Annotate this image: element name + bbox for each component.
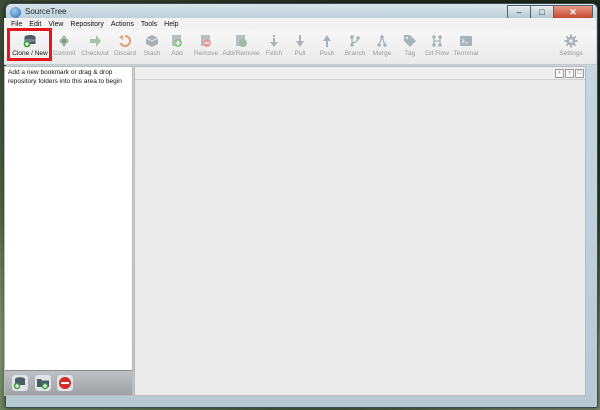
remove-label: Remove (193, 50, 219, 57)
content-header: ‹ › □ (135, 67, 585, 80)
terminal-button[interactable]: Terminal (452, 32, 480, 62)
bookmarks-sidebar[interactable]: Add a new bookmark or drag & drop reposi… (4, 66, 133, 396)
add-button[interactable]: Add (169, 32, 185, 62)
commit-icon (59, 35, 69, 47)
branch-label: Branch (344, 50, 366, 57)
discard-icon (119, 34, 132, 48)
add-remove-button[interactable]: Add/Remove (221, 32, 261, 62)
push-icon (323, 35, 331, 47)
toolbar: Clone / New Commit Checkout Discard Stas… (4, 30, 596, 65)
fetch-icon (270, 35, 278, 47)
push-button[interactable]: Push (318, 32, 336, 62)
window-controls: – □ ✕ (507, 5, 593, 20)
clone-new-highlight-box (7, 28, 52, 61)
fetch-button[interactable]: Fetch (264, 32, 284, 62)
checkout-label: Checkout (81, 50, 109, 57)
stash-icon (145, 35, 159, 47)
merge-icon (377, 35, 387, 47)
tab-scroll-right-button[interactable]: › (565, 69, 574, 78)
add-label: Add (171, 50, 183, 57)
remove-button[interactable]: Remove (193, 32, 219, 62)
add-remove-label: Add/Remove (222, 50, 260, 57)
main-content-area: ‹ › □ (134, 66, 586, 396)
push-label: Push (319, 50, 335, 57)
menu-file[interactable]: File (11, 21, 22, 28)
tab-list-button[interactable]: □ (575, 69, 584, 78)
tab-nav-buttons: ‹ › □ (554, 69, 584, 78)
tab-scroll-left-button[interactable]: ‹ (555, 69, 564, 78)
git-flow-label: Git Flow (425, 50, 449, 57)
branch-icon (350, 35, 360, 47)
tag-icon (404, 35, 416, 47)
app-icon (10, 7, 21, 18)
commit-button[interactable]: Commit (53, 32, 75, 62)
commit-label: Commit (53, 50, 76, 57)
fetch-label: Fetch (265, 50, 283, 57)
settings-button[interactable]: Settings (558, 32, 584, 62)
remove-icon (201, 35, 211, 47)
checkout-button[interactable]: Checkout (81, 32, 109, 62)
remove-icon[interactable] (57, 375, 73, 391)
merge-label: Merge (372, 50, 392, 57)
menu-view[interactable]: View (48, 21, 63, 28)
menu-help[interactable]: Help (164, 21, 178, 28)
menu-repository[interactable]: Repository (70, 21, 103, 28)
add-remove-icon (236, 35, 247, 47)
terminal-label: Terminal (453, 50, 479, 57)
sidebar-footer (5, 370, 132, 395)
bookmarks-hint-text: Add a new bookmark or drag & drop reposi… (8, 69, 122, 85)
menu-actions[interactable]: Actions (111, 21, 134, 28)
window-title: SourceTree (25, 7, 67, 16)
add-folder-icon[interactable] (35, 375, 51, 391)
discard-label: Discard (113, 50, 137, 57)
pull-label: Pull (294, 50, 306, 57)
add-icon (172, 35, 182, 47)
gear-icon (564, 34, 578, 48)
pull-button[interactable]: Pull (292, 32, 308, 62)
menu-bar: File Edit View Repository Actions Tools … (4, 18, 596, 30)
add-repository-icon[interactable] (12, 375, 28, 391)
menu-edit[interactable]: Edit (29, 21, 41, 28)
discard-button[interactable]: Discard (112, 32, 138, 62)
stash-label: Stash (143, 50, 161, 57)
merge-button[interactable]: Merge (371, 32, 393, 62)
checkout-icon (90, 35, 101, 47)
git-flow-button[interactable]: Git Flow (424, 32, 450, 62)
settings-label: Settings (559, 50, 583, 57)
terminal-icon (460, 36, 472, 46)
tag-button[interactable]: Tag (402, 32, 418, 62)
stash-button[interactable]: Stash (142, 32, 162, 62)
pull-icon (296, 35, 304, 47)
tag-label: Tag (404, 50, 416, 57)
git-flow-icon (432, 35, 442, 47)
menu-tools[interactable]: Tools (141, 21, 157, 28)
branch-button[interactable]: Branch (343, 32, 367, 62)
